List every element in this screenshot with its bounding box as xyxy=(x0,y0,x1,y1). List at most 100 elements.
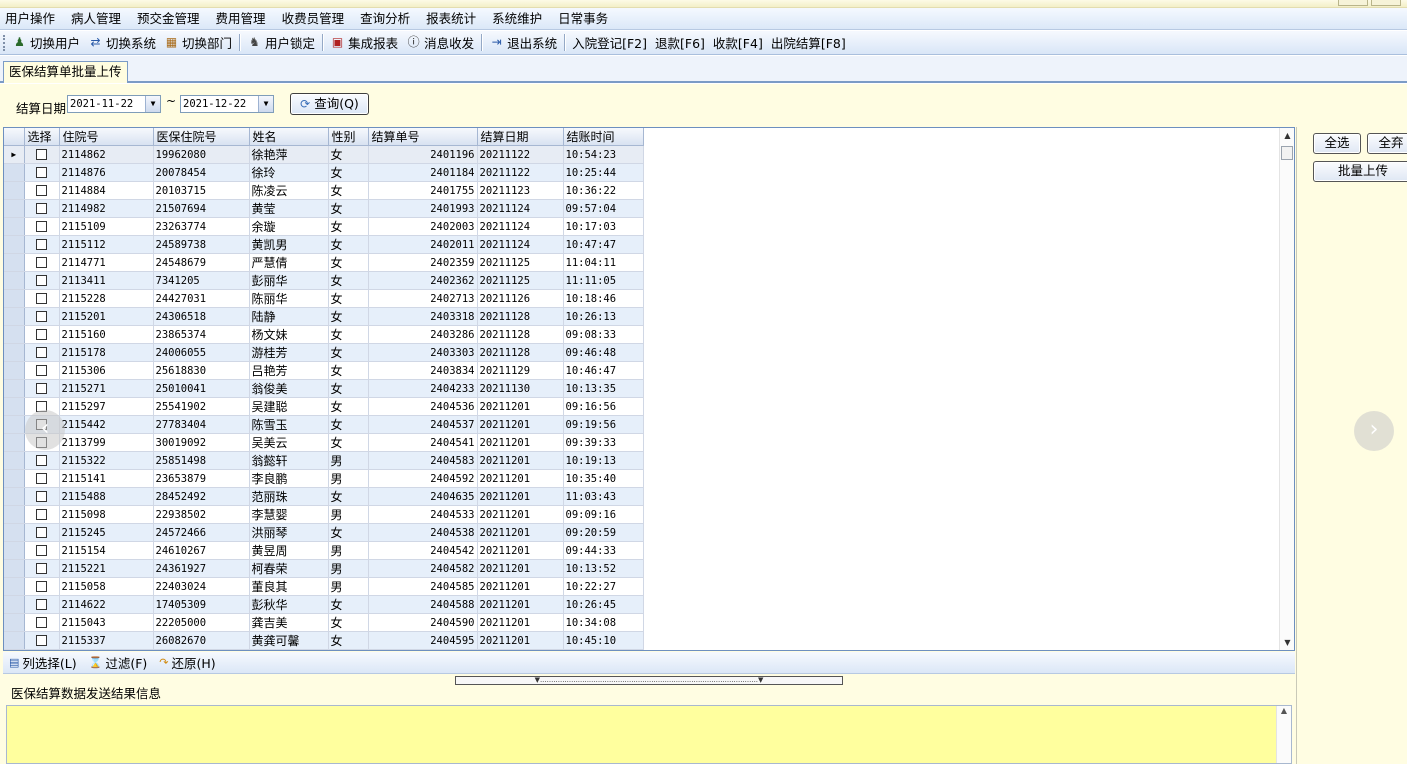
select-checkbox[interactable] xyxy=(36,221,47,232)
select-checkbox[interactable] xyxy=(36,239,47,250)
deselect-all-button[interactable]: 全弃 xyxy=(1367,133,1407,154)
row-indicator[interactable] xyxy=(4,163,25,182)
table-row[interactable]: 2115058 22403024 董良其男 2404585 20211201 10:22:… xyxy=(4,577,644,596)
column-header[interactable]: 结算单号 xyxy=(368,128,478,146)
table-row[interactable]: 2115178 24006055 游桂芳女 2403303 20211128 09:46:… xyxy=(4,343,644,362)
row-indicator[interactable] xyxy=(4,595,25,614)
column-header[interactable]: 结账时间 xyxy=(563,128,644,146)
scroll-down-arrow-icon[interactable]: ▼ xyxy=(1280,635,1294,650)
select-checkbox[interactable] xyxy=(36,203,47,214)
table-row[interactable]: 2115271 25010041 翁俊美女 2404233 20211130 10:13:… xyxy=(4,379,644,398)
row-indicator[interactable] xyxy=(4,433,25,452)
select-checkbox[interactable] xyxy=(36,275,47,286)
select-checkbox[interactable] xyxy=(36,581,47,592)
menu-fee[interactable]: 费用管理 xyxy=(208,8,274,30)
switch-user-button[interactable]: ♟ 切换用户 xyxy=(8,33,84,53)
current-row-arrow-icon[interactable]: ▶ xyxy=(4,145,25,164)
table-row[interactable]: 2115297 25541902 吴建聪女 2404536 20211201 09:16:… xyxy=(4,397,644,416)
message-button[interactable]: ⓘ 消息收发 xyxy=(402,33,478,53)
row-indicator[interactable] xyxy=(4,199,25,218)
payment-button[interactable]: 收款[F4] xyxy=(709,33,767,53)
table-row[interactable]: 2115141 23653879 李良鹏男 2404592 20211201 10:35:… xyxy=(4,469,644,488)
menu-user-ops[interactable]: 用户操作 xyxy=(0,8,63,30)
table-row[interactable]: 2115201 24306518 陆静女 2403318 20211128 10:26:1… xyxy=(4,307,644,326)
menu-cashier[interactable]: 收费员管理 xyxy=(274,8,353,30)
column-header[interactable]: 性别 xyxy=(328,128,369,146)
column-header[interactable]: 住院号 xyxy=(59,128,154,146)
select-checkbox[interactable] xyxy=(36,473,47,484)
row-indicator[interactable] xyxy=(4,451,25,470)
select-checkbox[interactable] xyxy=(36,167,47,178)
panel-splitter[interactable]: ▼.......................................… xyxy=(455,676,843,685)
maximize-button[interactable] xyxy=(1371,0,1401,6)
row-indicator[interactable] xyxy=(4,181,25,200)
row-indicator[interactable] xyxy=(4,235,25,254)
next-page-overlay-icon[interactable]: › xyxy=(1354,411,1394,451)
table-row[interactable]: 2113799 30019092 吴美云女 2404541 20211201 09:39:… xyxy=(4,433,644,452)
row-indicator[interactable] xyxy=(4,253,25,272)
select-checkbox[interactable] xyxy=(36,311,47,322)
menu-patient[interactable]: 病人管理 xyxy=(63,8,129,30)
select-checkbox[interactable] xyxy=(36,329,47,340)
table-row[interactable]: 2113411 7341205 彭丽华女 2402362 20211125 11:11:0… xyxy=(4,271,644,290)
column-header[interactable]: 姓名 xyxy=(249,128,329,146)
column-select-button[interactable]: ▤ 列选择(L) xyxy=(3,653,83,672)
select-checkbox[interactable] xyxy=(36,491,47,502)
discharge-settle-button[interactable]: 出院结算[F8] xyxy=(767,33,850,53)
table-row[interactable]: 2115160 23865374 杨文妹女 2403286 20211128 09:08:… xyxy=(4,325,644,344)
integrated-report-button[interactable]: ▣ 集成报表 xyxy=(326,33,402,53)
row-indicator[interactable] xyxy=(4,397,25,416)
table-row[interactable]: 2114622 17405309 彭秋华女 2404588 20211201 10:26:… xyxy=(4,595,644,614)
filter-button[interactable]: ⌛ 过滤(F) xyxy=(83,653,154,672)
row-indicator[interactable] xyxy=(4,415,25,434)
table-row[interactable]: 2115322 25851498 翁懿轩男 2404583 20211201 10:19:… xyxy=(4,451,644,470)
table-row[interactable]: 2115221 24361927 柯春荣男 2404582 20211201 10:13:… xyxy=(4,559,644,578)
table-row[interactable]: 2115337 26082670 黄龚可馨女 2404595 20211201 10:45… xyxy=(4,631,644,650)
switch-system-button[interactable]: ⇄ 切换系统 xyxy=(84,33,160,53)
date-to-picker[interactable]: 2021-12-22 ▼ xyxy=(180,95,274,113)
table-row[interactable]: 2114884 20103715 陈凌云女 2401755 20211123 10:36:… xyxy=(4,181,644,200)
column-header[interactable]: 选择 xyxy=(24,128,60,146)
select-all-button[interactable]: 全选 xyxy=(1313,133,1361,154)
row-indicator[interactable] xyxy=(4,217,25,236)
select-checkbox[interactable] xyxy=(36,617,47,628)
table-row[interactable]: 2115228 24427031 陈丽华女 2402713 20211126 10:18:… xyxy=(4,289,644,308)
select-checkbox[interactable] xyxy=(36,599,47,610)
select-checkbox[interactable] xyxy=(36,635,47,646)
select-checkbox[interactable] xyxy=(36,257,47,268)
column-header[interactable]: 结算日期 xyxy=(477,128,564,146)
select-checkbox[interactable] xyxy=(36,185,47,196)
table-row[interactable]: 2114771 24548679 严慧倩女 2402359 20211125 11:04:… xyxy=(4,253,644,272)
prev-page-overlay-icon[interactable]: ‹ xyxy=(25,410,65,450)
menu-deposit[interactable]: 预交金管理 xyxy=(129,8,208,30)
row-indicator[interactable] xyxy=(4,469,25,488)
select-checkbox[interactable] xyxy=(36,509,47,520)
row-indicator[interactable] xyxy=(4,541,25,560)
select-checkbox[interactable] xyxy=(36,365,47,376)
menu-query[interactable]: 查询分析 xyxy=(352,8,418,30)
scroll-thumb[interactable] xyxy=(1281,146,1293,160)
table-row[interactable]: 2115245 24572466 洪丽琴女 2404538 20211201 09:20:… xyxy=(4,523,644,542)
row-indicator[interactable] xyxy=(4,649,25,650)
table-row[interactable]: 2114982 21507694 黄莹女 2401993 20211124 09:57:0… xyxy=(4,199,644,218)
row-indicator[interactable] xyxy=(4,577,25,596)
table-row[interactable]: 2115098 22938502 李慧婴男 2404533 20211201 09:09:… xyxy=(4,505,644,524)
row-indicator[interactable] xyxy=(4,505,25,524)
select-checkbox[interactable] xyxy=(36,293,47,304)
table-row[interactable]: 2114876 20078454 徐玲女 2401184 20211122 10:25:4… xyxy=(4,163,644,182)
chevron-down-icon[interactable]: ▼ xyxy=(145,96,160,112)
row-indicator[interactable] xyxy=(4,523,25,542)
select-checkbox[interactable] xyxy=(36,149,47,160)
row-indicator[interactable] xyxy=(4,343,25,362)
row-indicator[interactable] xyxy=(4,613,25,632)
table-row[interactable]: 2115306 25618830 吕艳芳女 2403834 20211129 10:46:… xyxy=(4,361,644,380)
batch-upload-button[interactable]: 批量上传 xyxy=(1313,161,1407,182)
table-row[interactable]: 2115488 28452492 范丽珠女 2404635 20211201 11:03:… xyxy=(4,487,644,506)
row-indicator[interactable] xyxy=(4,289,25,308)
table-row[interactable]: 2115112 24589738 黄凯男女 2402011 20211124 10:47:… xyxy=(4,235,644,254)
table-row[interactable]: ▶ 2114862 19962080 徐艳萍女 2401196 20211122 10:54… xyxy=(4,145,644,164)
row-indicator[interactable] xyxy=(4,559,25,578)
switch-department-button[interactable]: ▦ 切换部门 xyxy=(160,33,236,53)
minimize-button[interactable] xyxy=(1338,0,1368,6)
result-info-textarea[interactable]: ▲ xyxy=(6,705,1292,764)
